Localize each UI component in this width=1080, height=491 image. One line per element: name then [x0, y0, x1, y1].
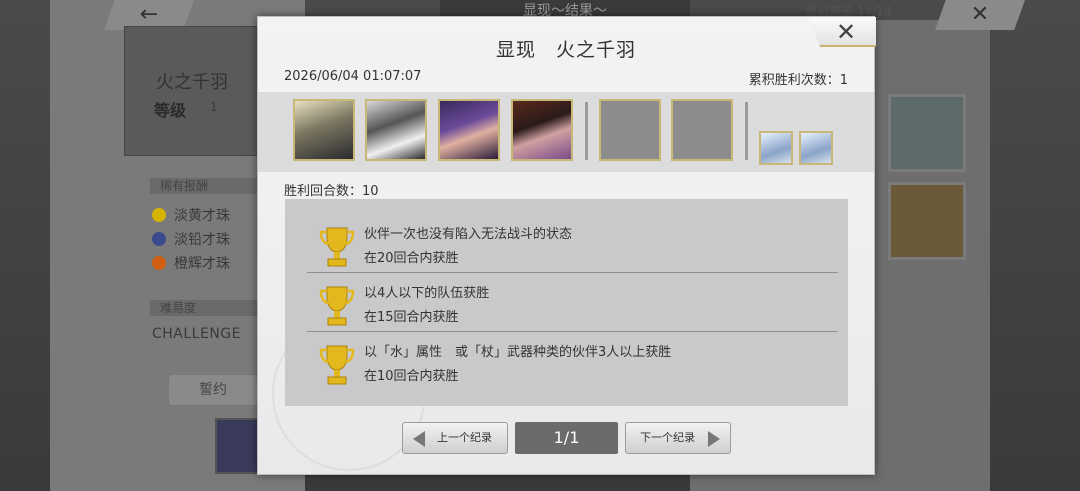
previous-record-label: 上一个纪录 — [437, 431, 492, 444]
victory-rounds: 胜利回合数：10 — [284, 184, 379, 199]
page-indicator: 1/1 — [515, 422, 618, 454]
previous-record-button[interactable]: 上一个纪录 — [402, 422, 508, 454]
achievement-requirement: 在15回合内获胜 — [364, 310, 459, 325]
arrow-right-icon — [708, 431, 720, 447]
modal-title: 显现 火之千羽 — [495, 39, 636, 61]
row-divider — [307, 272, 838, 273]
support-unit-portrait[interactable] — [799, 131, 833, 165]
rare-reward-header: 稀有报酬 — [150, 178, 270, 194]
party-lineup — [258, 92, 874, 172]
party-member-portrait[interactable] — [511, 99, 573, 161]
cumulative-wins: 累积胜利次数：1 — [748, 73, 848, 88]
character-name: 火之千羽 — [156, 72, 228, 93]
level-label: 等级 — [154, 101, 187, 120]
arrow-left-icon — [413, 431, 425, 447]
row-divider — [307, 331, 838, 332]
party-portrait[interactable] — [888, 94, 966, 172]
record-timestamp: 2026/06/04 01:07:07 — [284, 69, 422, 84]
divider — [745, 102, 748, 160]
gem-icon — [152, 208, 166, 222]
party-member-portrait[interactable] — [365, 99, 427, 161]
reward-item: 橙辉才珠 — [152, 253, 230, 273]
party-member-portrait[interactable] — [293, 99, 355, 161]
achievement-row: 以4人以下的队伍获胜 在15回合内获胜 — [285, 274, 848, 332]
support-unit-portrait[interactable] — [759, 131, 793, 165]
record-modal: 显现 火之千羽 ✕ 2026/06/04 01:07:07 累积胜利次数：1 胜… — [257, 16, 876, 475]
close-icon: ✕ — [835, 18, 857, 46]
achievement-condition: 伙伴一次也没有陷入无法战斗的状态 — [364, 227, 573, 242]
empty-party-slot — [671, 99, 733, 161]
close-icon: ✕ — [970, 2, 990, 27]
party-member-portrait[interactable] — [438, 99, 500, 161]
achievement-requirement: 在20回合内获胜 — [364, 251, 459, 266]
achievement-condition: 以4人以下的队伍获胜 — [364, 286, 490, 301]
trophy-icon — [319, 227, 355, 267]
background-close-button[interactable]: ✕ — [935, 0, 1025, 30]
gem-icon — [152, 256, 166, 270]
difficulty-header: 难易度 — [150, 300, 270, 316]
achievement-row: 以「水」属性 或「杖」武器种类的伙伴3人以上获胜 在10回合内获胜 — [285, 333, 848, 391]
next-record-label: 下一个纪录 — [640, 431, 695, 444]
achievement-requirement: 在10回合内获胜 — [364, 369, 459, 384]
back-arrow-icon: ← — [139, 2, 159, 27]
party-portrait[interactable] — [888, 182, 966, 260]
difficulty-value: CHALLENGE — [152, 326, 241, 342]
trophy-icon — [319, 286, 355, 326]
trophy-icon — [319, 345, 355, 385]
reward-item: 淡铅才珠 — [152, 229, 230, 249]
next-record-button[interactable]: 下一个纪录 — [625, 422, 731, 454]
achievement-list: 伙伴一次也没有陷入无法战斗的状态 在20回合内获胜 以4人以下的队伍获胜 在15… — [285, 199, 848, 406]
reward-item: 淡黄才珠 — [152, 205, 230, 225]
empty-party-slot — [599, 99, 661, 161]
achievement-row: 伙伴一次也没有陷入无法战斗的状态 在20回合内获胜 — [285, 215, 848, 273]
level-value: 1 — [210, 100, 218, 114]
gem-icon — [152, 232, 166, 246]
divider — [585, 102, 588, 160]
pact-button[interactable]: 誓约 — [168, 374, 258, 406]
achievement-condition: 以「水」属性 或「杖」武器种类的伙伴3人以上获胜 — [364, 345, 672, 360]
